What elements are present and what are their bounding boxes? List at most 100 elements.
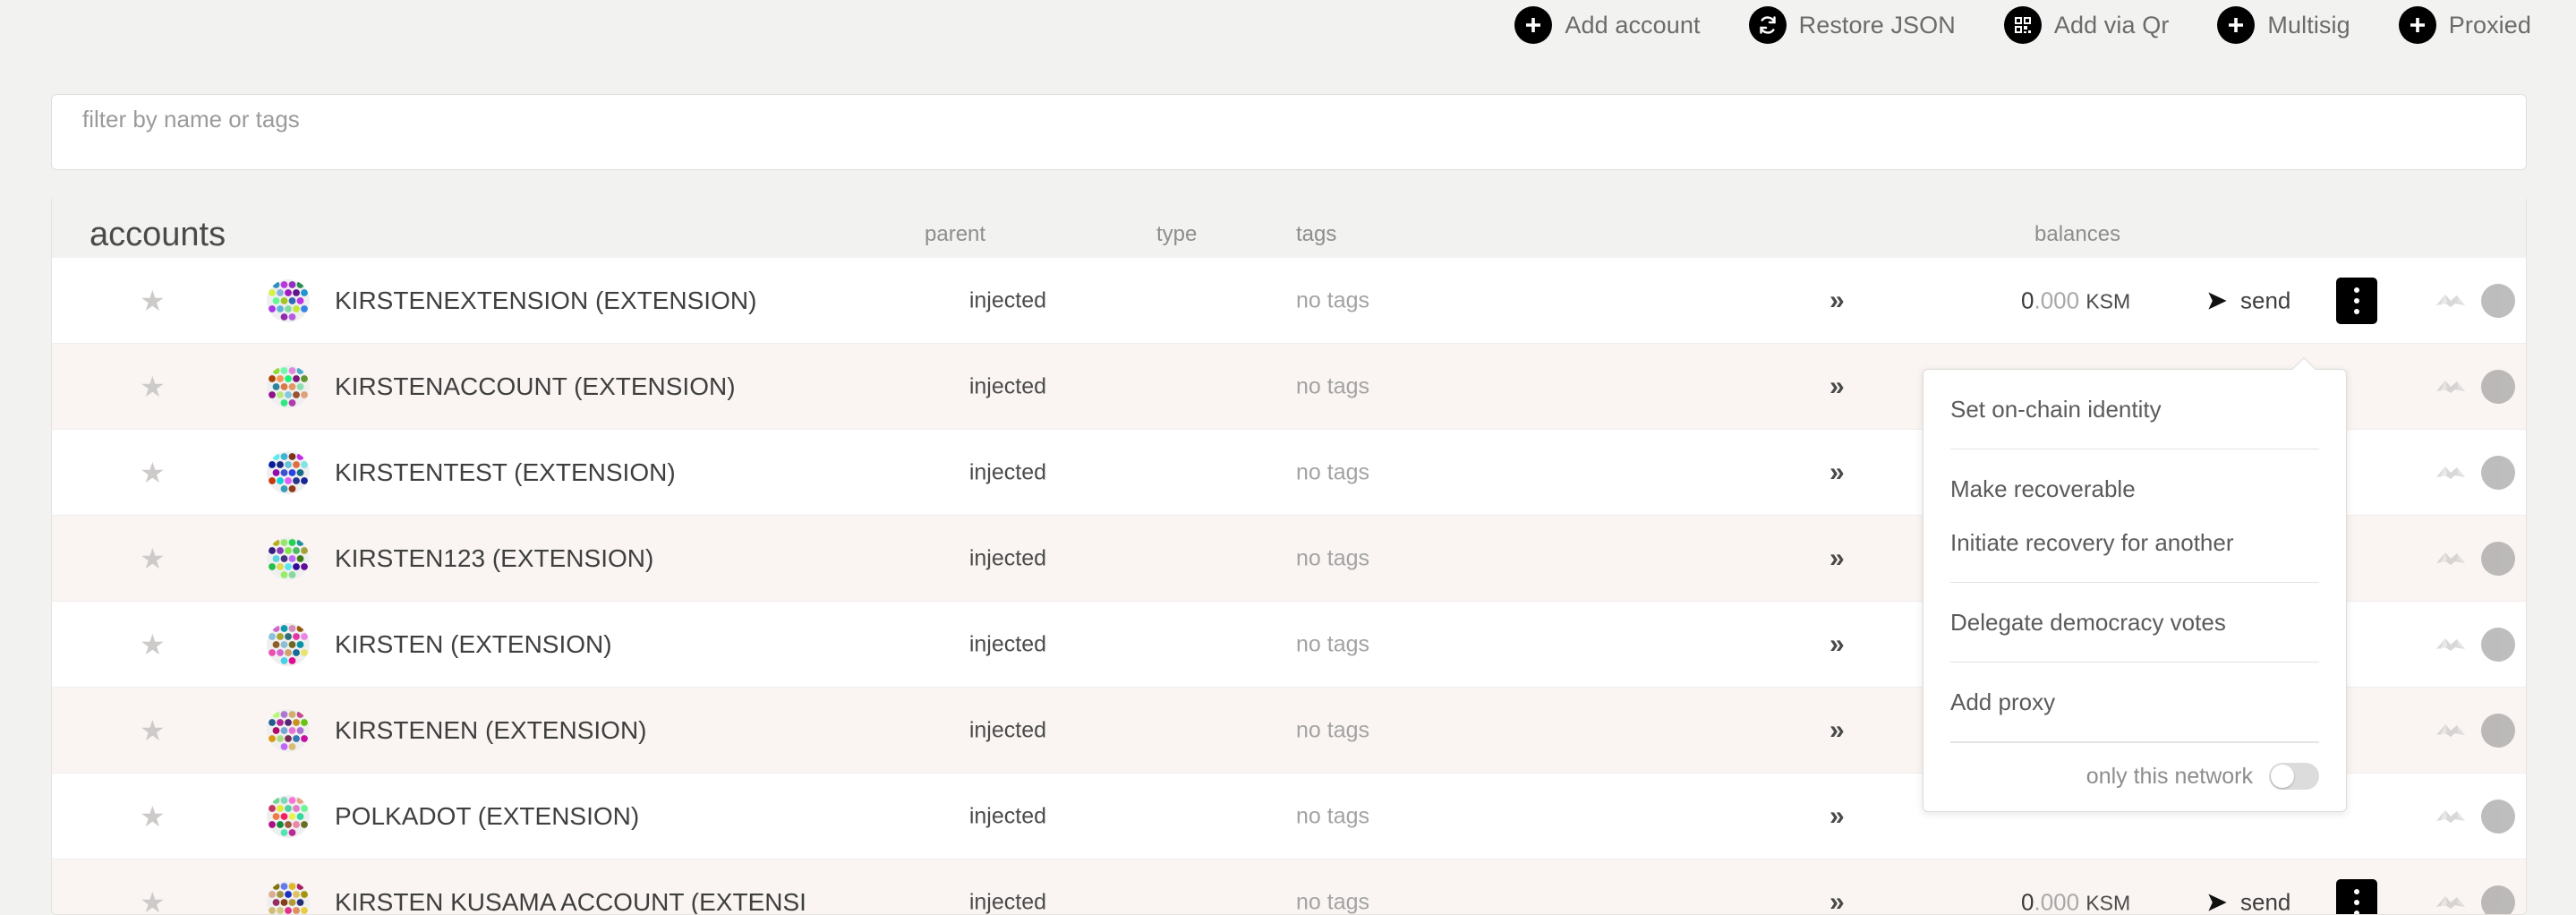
favorite-star-icon[interactable]: ★ <box>140 716 166 745</box>
account-tags: no tags <box>1296 545 1369 571</box>
column-header-parent: parent <box>925 222 985 247</box>
account-name[interactable]: KIRSTEN123 (EXTENSION) <box>335 544 653 573</box>
expand-details-button[interactable]: » <box>1830 543 1842 574</box>
account-type: injected <box>969 631 1046 657</box>
filter-panel <box>51 94 2527 170</box>
chain-icon-group <box>2433 284 2527 318</box>
account-name[interactable]: KIRSTENEN (EXTENSION) <box>335 716 646 745</box>
chain-icon-group <box>2433 628 2527 662</box>
favorite-star-icon[interactable]: ★ <box>140 802 166 831</box>
row-actions-menu-button[interactable] <box>2336 879 2377 915</box>
menu-group: Add proxy <box>1923 663 2346 741</box>
proxied-label: Proxied <box>2449 12 2531 39</box>
chain-icon-group <box>2433 370 2527 404</box>
menu-group: Set on-chain identity <box>1923 370 2346 449</box>
favorite-star-icon[interactable]: ★ <box>140 630 166 659</box>
polkadot-circle-icon <box>2481 714 2515 748</box>
account-tags: no tags <box>1296 459 1369 485</box>
add-account-button[interactable]: Add account <box>1514 6 1700 44</box>
only-this-network-toggle[interactable] <box>2269 763 2319 790</box>
proxied-button[interactable]: Proxied <box>2399 6 2531 44</box>
expand-details-button[interactable]: » <box>1830 801 1842 832</box>
favorite-star-icon[interactable]: ★ <box>140 544 166 573</box>
expand-details-button[interactable]: » <box>1830 887 1842 915</box>
avatar[interactable] <box>267 709 310 752</box>
menu-group: Delegate democracy votes <box>1923 583 2346 662</box>
plus-icon <box>2399 6 2436 44</box>
balance-integer: 0 <box>2021 888 2034 915</box>
only-this-network-label: only this network <box>2086 764 2253 790</box>
expand-details-button[interactable]: » <box>1830 715 1842 746</box>
column-header-tags: tags <box>1296 222 1336 247</box>
polkadot-circle-icon <box>2481 885 2515 915</box>
account-type: injected <box>969 545 1046 571</box>
chain-icon-group <box>2433 800 2527 834</box>
avatar[interactable] <box>267 795 310 838</box>
account-name[interactable]: KIRSTENTEST (EXTENSION) <box>335 458 676 487</box>
account-name[interactable]: KIRSTENEXTENSION (EXTENSION) <box>335 286 756 315</box>
kusama-icon <box>2433 719 2469 742</box>
chain-icon-group <box>2433 542 2527 576</box>
add-account-label: Add account <box>1565 12 1700 39</box>
account-name[interactable]: POLKADOT (EXTENSION) <box>335 802 639 831</box>
accounts-page: Add account Restore JSON <box>0 0 2576 915</box>
account-tags: no tags <box>1296 889 1369 915</box>
chain-icon-group <box>2433 714 2527 748</box>
expand-details-button[interactable]: » <box>1830 458 1842 488</box>
send-button[interactable]: send <box>2205 286 2290 314</box>
plus-icon <box>2217 6 2255 44</box>
polkadot-circle-icon <box>2481 456 2515 490</box>
menu-pointer-arrow <box>2292 357 2316 370</box>
add-via-qr-label: Add via Qr <box>2054 12 2170 39</box>
menu-item-initiate-recovery-for-another[interactable]: Initiate recovery for another <box>1923 516 2346 569</box>
avatar[interactable] <box>267 279 310 322</box>
multisig-label: Multisig <box>2267 12 2350 39</box>
menu-item-set-on-chain-identity[interactable]: Set on-chain identity <box>1923 382 2346 436</box>
account-name[interactable]: KIRSTEN KUSAMA ACCOUNT (EXTENSI <box>335 888 806 915</box>
account-name[interactable]: KIRSTENACCOUNT (EXTENSION) <box>335 372 736 401</box>
restore-json-button[interactable]: Restore JSON <box>1749 6 1956 44</box>
avatar[interactable] <box>267 537 310 580</box>
add-via-qr-button[interactable]: Add via Qr <box>2004 6 2170 44</box>
table-header: accounts parent type tags balances <box>52 199 2526 258</box>
plus-icon <box>1514 6 1552 44</box>
account-name[interactable]: KIRSTEN (EXTENSION) <box>335 630 612 659</box>
kusama-icon <box>2433 461 2469 484</box>
kusama-icon <box>2433 805 2469 828</box>
account-type: injected <box>969 287 1046 313</box>
kusama-icon <box>2433 375 2469 398</box>
menu-item-delegate-democracy-votes[interactable]: Delegate democracy votes <box>1923 595 2346 649</box>
menu-group: Make recoverableInitiate recovery for an… <box>1923 449 2346 582</box>
favorite-star-icon[interactable]: ★ <box>140 458 166 487</box>
chain-icon-group <box>2433 456 2527 490</box>
polkadot-circle-icon <box>2481 370 2515 404</box>
expand-details-button[interactable]: » <box>1830 629 1842 660</box>
send-button[interactable]: send <box>2205 888 2290 915</box>
table-row[interactable]: ★ KIRSTEN KUSAMA ACCOUNT (EXTENSI injected… <box>52 859 2526 915</box>
search-input[interactable] <box>52 95 2526 144</box>
account-type: injected <box>969 889 1046 915</box>
table-row[interactable]: ★ KIRSTENEXTENSION (EXTENSION) injected no … <box>52 258 2526 344</box>
row-actions-menu-button[interactable] <box>2336 278 2377 324</box>
avatar[interactable] <box>267 881 310 915</box>
multisig-button[interactable]: Multisig <box>2217 6 2350 44</box>
send-label: send <box>2240 888 2290 915</box>
balance-integer: 0 <box>2021 286 2034 313</box>
account-tags: no tags <box>1296 803 1369 829</box>
expand-details-button[interactable]: » <box>1830 286 1842 316</box>
kusama-icon <box>2433 891 2469 914</box>
favorite-star-icon[interactable]: ★ <box>140 286 166 315</box>
polkadot-circle-icon <box>2481 542 2515 576</box>
favorite-star-icon[interactable]: ★ <box>140 888 166 915</box>
menu-item-make-recoverable[interactable]: Make recoverable <box>1923 462 2346 516</box>
balance-unit: KSM <box>2086 891 2130 914</box>
page-title: accounts <box>90 216 226 254</box>
menu-item-add-proxy[interactable]: Add proxy <box>1923 675 2346 729</box>
avatar[interactable] <box>267 623 310 666</box>
avatar[interactable] <box>267 365 310 408</box>
avatar[interactable] <box>267 451 310 494</box>
favorite-star-icon[interactable]: ★ <box>140 372 166 401</box>
expand-details-button[interactable]: » <box>1830 372 1842 402</box>
restore-json-label: Restore JSON <box>1799 12 1956 39</box>
account-tags: no tags <box>1296 287 1369 313</box>
